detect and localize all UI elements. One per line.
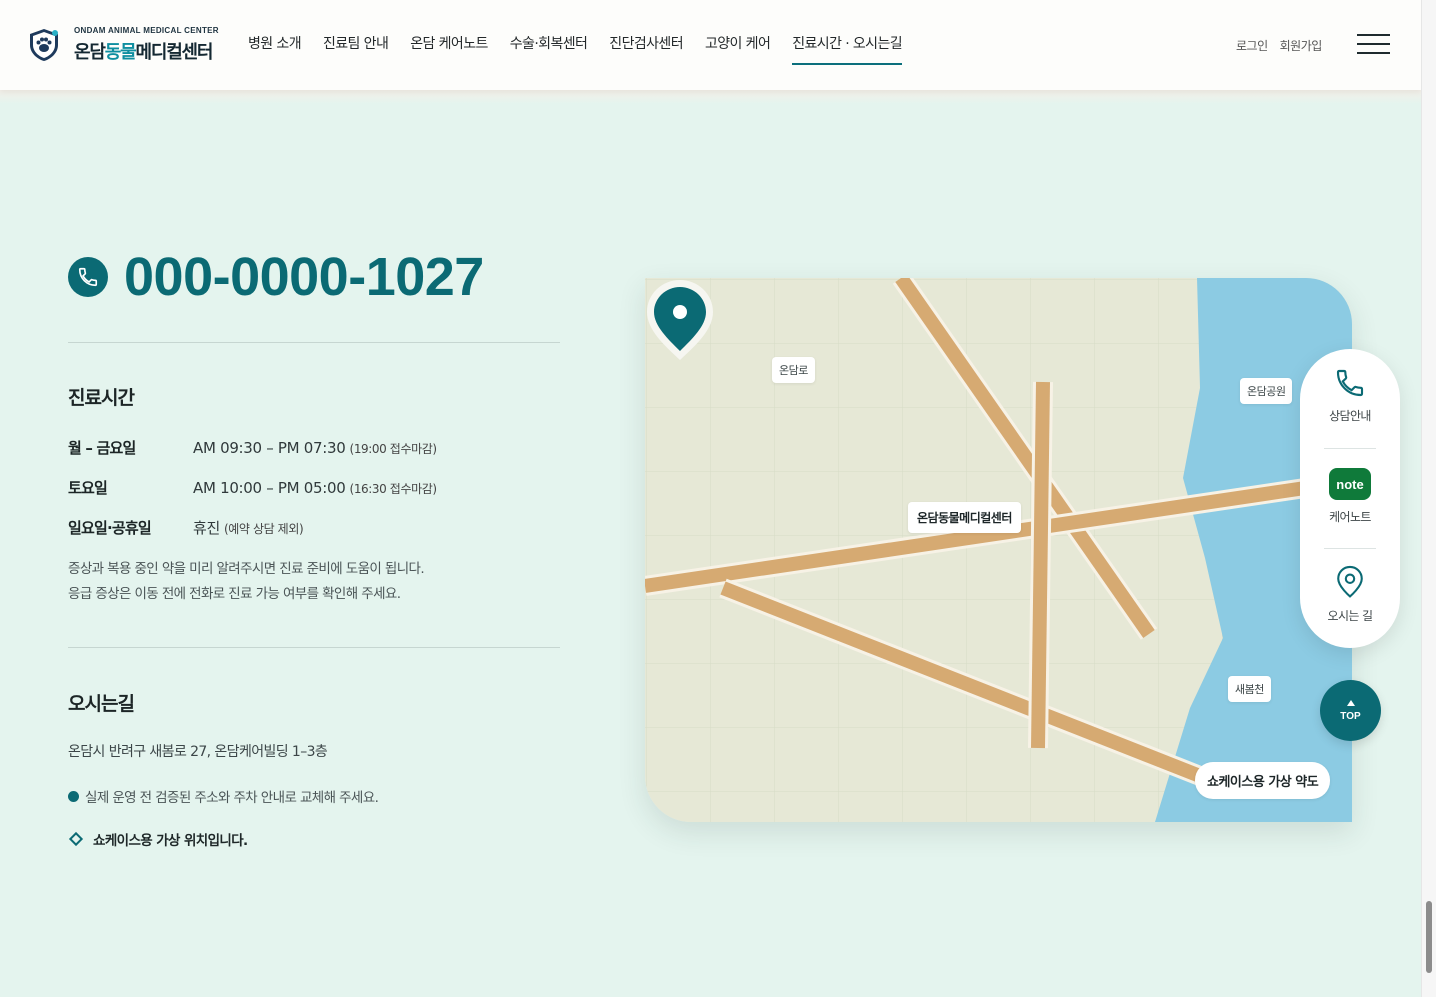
hours-row-holiday: 일요일·공휴일 휴진 (예약 상담 제외) bbox=[68, 517, 304, 538]
quick-carenote-button[interactable]: note 케어노트 bbox=[1300, 468, 1400, 525]
quick-consult-button[interactable]: 상담안내 bbox=[1300, 367, 1400, 424]
hours-day: 토요일 bbox=[68, 479, 108, 497]
map-label-stream: 새봄천 bbox=[1228, 676, 1271, 702]
arrow-up-icon bbox=[1346, 699, 1355, 706]
hours-day: 월 – 금요일 bbox=[68, 439, 136, 457]
phone-row[interactable]: 000-0000-1027 bbox=[68, 250, 484, 304]
hours-notice-line-1: 증상과 복용 중인 약을 미리 알려주시면 진료 준비에 도움이 됩니다. bbox=[68, 561, 425, 577]
map-label-center: 온담동물메디컬센터 bbox=[908, 502, 1021, 533]
phone-icon bbox=[68, 257, 108, 297]
hours-note: (예약 상담 제외) bbox=[224, 522, 304, 536]
address: 온담시 반려구 새봄로 27, 온담케어빌딩 1–3층 bbox=[68, 744, 328, 760]
hours-time: AM 10:00 – PM 05:00 bbox=[193, 479, 346, 497]
phone-icon bbox=[1336, 369, 1364, 397]
hours-note: (16:30 접수마감) bbox=[349, 482, 438, 496]
hours-time: 휴진 bbox=[193, 519, 221, 537]
hours-notice-line-2: 응급 증상은 이동 전에 전화로 진료 가능 여부를 확인해 주세요. bbox=[68, 586, 401, 602]
nav-item-carenote[interactable]: 온담 케어노트 bbox=[410, 33, 488, 65]
site-header: ONDAM ANIMAL MEDICAL CENTER 온담동물메디컬센터 병원… bbox=[0, 0, 1421, 90]
quick-divider bbox=[1324, 548, 1376, 549]
quick-carenote-label: 케어노트 bbox=[1329, 510, 1371, 524]
utility-links: 로그인 회원가입 bbox=[1236, 37, 1334, 54]
hours-notice: 증상과 복용 중인 약을 미리 알려주시면 진료 준비에 도움이 됩니다. 응급… bbox=[68, 557, 425, 607]
quick-consult-label: 상담안내 bbox=[1329, 409, 1371, 423]
quick-directions-button[interactable]: 오시는 길 bbox=[1300, 565, 1400, 624]
signup-link[interactable]: 회원가입 bbox=[1280, 37, 1323, 54]
hours-title: 진료시간 bbox=[68, 387, 135, 409]
directions-bullet: 쇼케이스용 가상 위치입니다. bbox=[68, 829, 248, 849]
bullet-dot-icon bbox=[68, 790, 79, 802]
map-label-road: 온담로 bbox=[772, 357, 815, 383]
nav-item-surgery[interactable]: 수술·회복센터 bbox=[510, 33, 588, 65]
paw-shield-icon bbox=[30, 29, 58, 61]
directions-title: 오시는길 bbox=[68, 693, 135, 715]
map-label-park: 온담공원 bbox=[1240, 378, 1293, 404]
top-label: TOP bbox=[1340, 710, 1361, 722]
map-illustration bbox=[645, 278, 1352, 822]
quick-menu: 상담안내 note 케어노트 오시는 길 bbox=[1300, 349, 1400, 648]
logo-title: 온담동물메디컬센터 bbox=[74, 42, 213, 63]
quick-divider bbox=[1324, 448, 1376, 449]
header-shadow-band bbox=[0, 90, 1421, 104]
bullet-text: 실제 운영 전 검증된 주소와 주차 안내로 교체해 주세요. bbox=[85, 790, 379, 806]
quick-directions-label: 오시는 길 bbox=[1327, 609, 1374, 623]
hours-day: 일요일·공휴일 bbox=[68, 519, 152, 537]
divider bbox=[68, 342, 560, 343]
phone-number[interactable]: 000-0000-1027 bbox=[124, 250, 484, 304]
hours-time: AM 09:30 – PM 07:30 bbox=[193, 439, 346, 457]
divider bbox=[68, 647, 560, 648]
location-map[interactable]: 온담로 온담공원 온담동물메디컬센터 새봄천 쇼케이스용 가상 약도 bbox=[645, 278, 1352, 822]
page-scrollbar[interactable] bbox=[1421, 0, 1436, 997]
logo[interactable]: ONDAM ANIMAL MEDICAL CENTER 온담동물메디컬센터 bbox=[28, 26, 219, 64]
note-badge-icon: note bbox=[1329, 468, 1371, 500]
scrollbar-thumb[interactable] bbox=[1426, 901, 1432, 973]
hours-row-weekday: 월 – 금요일 AM 09:30 – PM 07:30 (19:00 접수마감) bbox=[68, 437, 437, 458]
login-link[interactable]: 로그인 bbox=[1236, 37, 1268, 54]
nav-item-about[interactable]: 병원 소개 bbox=[248, 33, 302, 65]
bullet-text: 쇼케이스용 가상 위치입니다. bbox=[93, 833, 248, 849]
location-pin-icon[interactable] bbox=[645, 278, 715, 362]
menu-icon[interactable] bbox=[1357, 34, 1390, 54]
map-label-disclaimer: 쇼케이스용 가상 약도 bbox=[1195, 762, 1331, 799]
nav-item-team[interactable]: 진료팀 안내 bbox=[323, 33, 389, 65]
nav-item-cat-care[interactable]: 고양이 케어 bbox=[705, 33, 771, 65]
hours-note: (19:00 접수마감) bbox=[349, 442, 438, 456]
logo-subtitle: ONDAM ANIMAL MEDICAL CENTER bbox=[74, 26, 219, 35]
map-pin-icon bbox=[1337, 565, 1363, 598]
diamond-icon bbox=[68, 831, 84, 847]
nav-item-hours-directions[interactable]: 진료시간 · 오시는길 bbox=[792, 33, 903, 65]
hours-row-saturday: 토요일 AM 10:00 – PM 05:00 (16:30 접수마감) bbox=[68, 477, 437, 498]
scroll-top-button[interactable]: TOP bbox=[1320, 680, 1381, 741]
nav-item-diagnostics[interactable]: 진단검사센터 bbox=[609, 33, 683, 65]
main-nav: 병원 소개 진료팀 안내 온담 케어노트 수술·회복센터 진단검사센터 고양이 … bbox=[248, 33, 924, 65]
directions-bullet: 실제 운영 전 검증된 주소와 주차 안내로 교체해 주세요. bbox=[68, 786, 379, 806]
